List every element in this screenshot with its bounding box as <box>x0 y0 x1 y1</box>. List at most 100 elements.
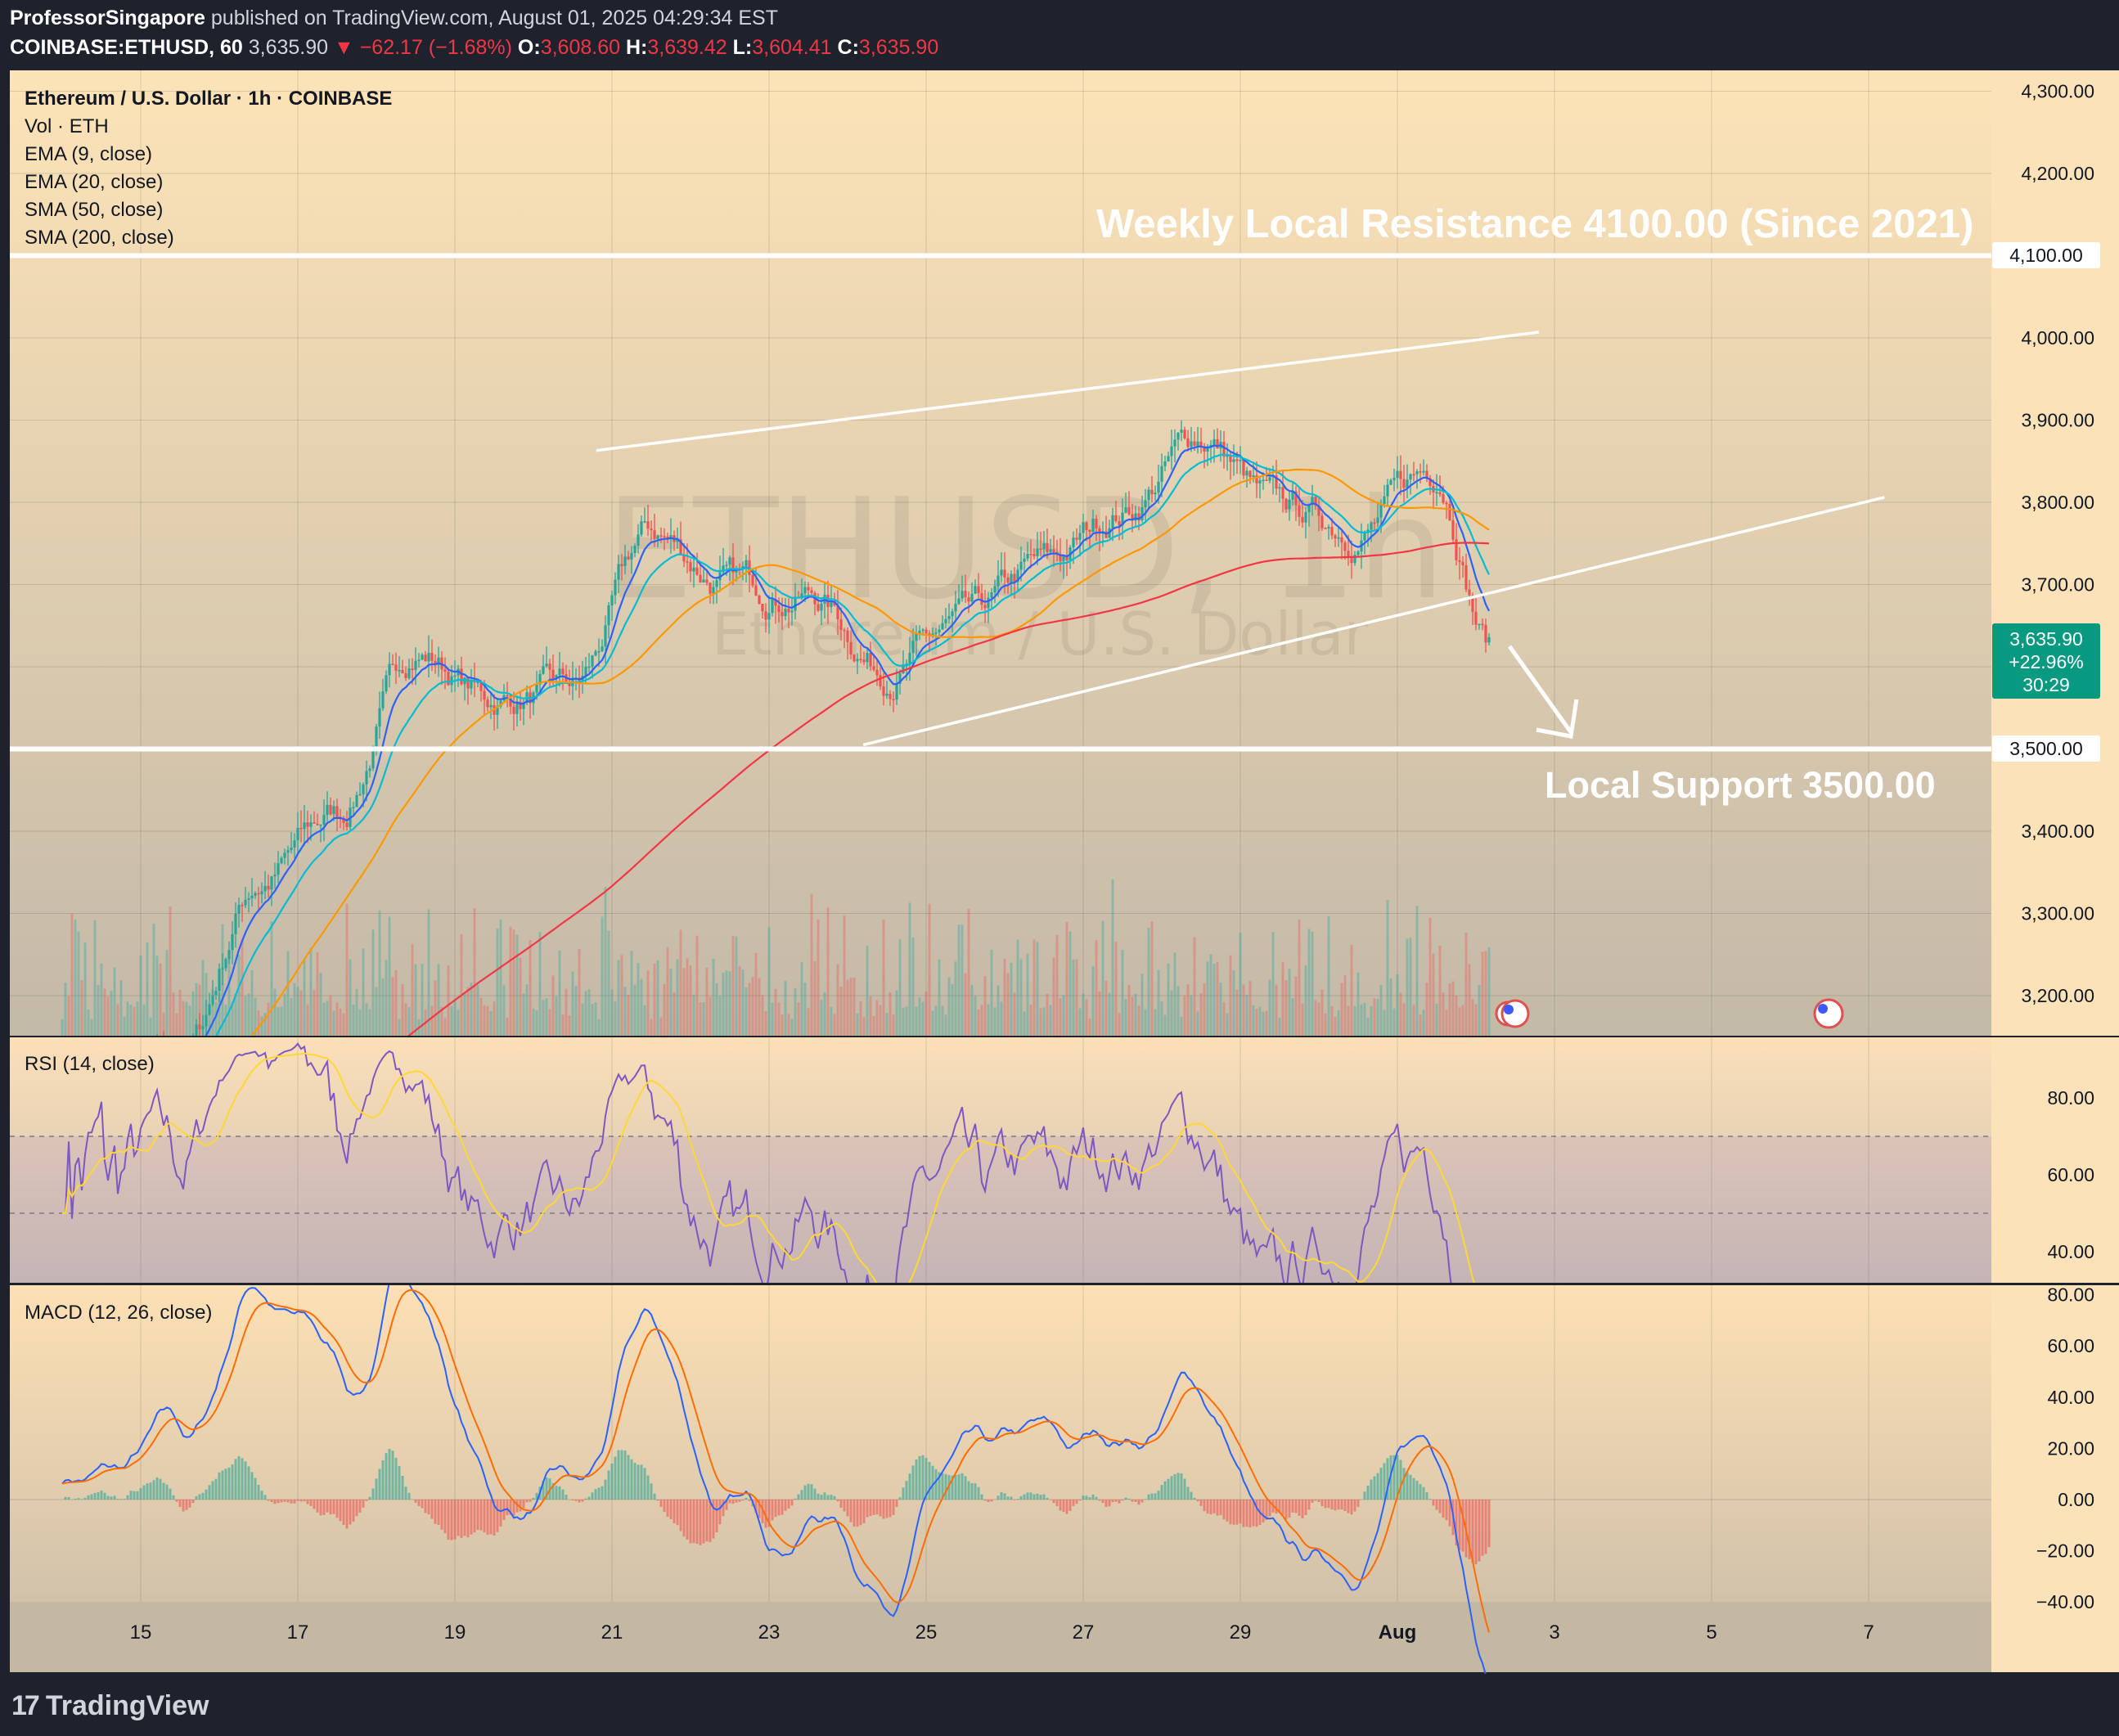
candle-body <box>1262 479 1265 481</box>
candle-body <box>650 528 653 531</box>
macd-histogram-bar <box>237 1456 241 1500</box>
volume-bar <box>1442 992 1445 1036</box>
volume-bar <box>1275 984 1278 1036</box>
macd-histogram-bar <box>1284 1500 1288 1520</box>
candle-body <box>758 596 761 605</box>
candle-body <box>921 629 925 632</box>
volume-bar <box>787 1014 790 1036</box>
price-badge: 3,635.90 +22.96% 30:29 <box>1992 623 2100 699</box>
volume-bar <box>1262 1011 1265 1036</box>
candle-body <box>1072 537 1075 548</box>
macd-histogram-bar <box>1183 1478 1186 1500</box>
candle-body <box>1088 529 1091 532</box>
volume-bar <box>542 1000 545 1036</box>
candle-body <box>1127 507 1131 515</box>
volume-bar <box>1095 940 1098 1036</box>
macd-histogram-bar <box>561 1489 565 1500</box>
macd-histogram-bar <box>1478 1500 1481 1562</box>
macd-histogram-bar <box>286 1500 290 1503</box>
candle-body <box>548 663 551 670</box>
volume-bar <box>1108 992 1111 1036</box>
volume-bar <box>1226 1013 1229 1036</box>
candle-body <box>378 708 381 727</box>
volume-bar <box>617 960 620 1036</box>
volume-bar <box>830 1006 833 1036</box>
price-axis-label: 3,200.00 <box>2021 985 2094 1006</box>
macd-histogram-bar <box>1026 1492 1029 1500</box>
macd-histogram-bar <box>957 1474 961 1500</box>
tradingview-logo[interactable]: 17 TradingView <box>11 1690 209 1722</box>
macd-histogram-bar <box>87 1495 90 1500</box>
chart-area[interactable]: ETHUSD, 1h Ethereum / U.S. Dollar Weekly… <box>0 70 2119 1675</box>
macd-histogram-bar <box>889 1500 892 1518</box>
candle-body <box>983 605 987 609</box>
macd-histogram-bar <box>1114 1500 1118 1502</box>
macd-histogram-bar <box>617 1450 620 1500</box>
volume-bar <box>368 1009 371 1036</box>
candle-body <box>1445 502 1448 505</box>
last-price: 3,635.90 <box>248 36 329 59</box>
volume-bar <box>591 1004 594 1036</box>
volume-bar <box>1455 995 1458 1036</box>
volume-bar <box>1078 1008 1082 1036</box>
macd-histogram-bar <box>1088 1497 1091 1500</box>
macd-histogram-bar <box>391 1450 394 1500</box>
candle-body <box>941 623 944 630</box>
volume-bar <box>1042 1007 1046 1036</box>
low-label: L: <box>732 36 753 59</box>
macd-histogram-bar <box>944 1473 947 1500</box>
volume-bar <box>643 1005 646 1036</box>
candle-body <box>1350 558 1353 564</box>
macd-histogram-bar <box>1356 1500 1360 1508</box>
macd-histogram-bar <box>1003 1493 1006 1500</box>
volume-bar <box>1304 965 1307 1036</box>
candle-body <box>810 590 813 593</box>
price-axis-label: 3,400.00 <box>2021 821 2094 842</box>
volume-bar <box>61 1019 64 1036</box>
author-name[interactable]: ProfessorSingapore <box>10 7 205 29</box>
volume-bar <box>1124 998 1127 1036</box>
candle-body <box>1082 522 1085 533</box>
time-axis-label: 23 <box>758 1621 781 1644</box>
macd-histogram-bar <box>201 1492 205 1500</box>
volume-bar <box>620 955 623 1036</box>
volume-bar <box>594 1002 597 1036</box>
volume-bar <box>1232 970 1235 1036</box>
macd-histogram-bar <box>614 1456 617 1500</box>
macd-histogram-bar <box>146 1483 149 1500</box>
macd-histogram-bar <box>483 1500 486 1533</box>
candle-body <box>715 580 718 587</box>
volume-bar <box>548 1009 551 1036</box>
candle-body <box>1160 465 1163 482</box>
macd-histogram-bar <box>394 1457 398 1500</box>
volume-bar <box>689 965 692 1036</box>
us-flag-icon[interactable] <box>1813 998 1844 1029</box>
candle-body <box>1330 527 1334 536</box>
macd-histogram-bar <box>830 1495 833 1500</box>
volume-bar <box>100 963 103 1036</box>
candle-body <box>879 675 882 687</box>
volume-bar <box>493 1001 496 1036</box>
macd-axis-label: 80.00 <box>2047 1284 2094 1306</box>
candle-body <box>1320 515 1324 528</box>
macd-histogram-bar <box>905 1481 908 1500</box>
volume-bar <box>911 937 915 1036</box>
volume-bar <box>326 1001 329 1036</box>
macd-histogram-bar <box>149 1482 152 1500</box>
symbol-label[interactable]: COINBASE:ETHUSD, 60 <box>10 36 243 59</box>
volume-bar <box>951 983 954 1036</box>
macd-histogram-bar <box>450 1500 453 1540</box>
volume-bar <box>1386 899 1389 1036</box>
volume-bar <box>1026 953 1029 1036</box>
macd-histogram-bar <box>826 1495 830 1500</box>
candle-body <box>421 654 424 660</box>
candle-body <box>1052 549 1055 552</box>
volume-bar <box>375 987 378 1036</box>
volume-bar <box>1478 985 1481 1036</box>
volume-bar <box>843 915 846 1036</box>
macd-histogram-bar <box>653 1493 656 1500</box>
candle-body <box>1392 478 1396 480</box>
candle-body <box>1343 542 1347 551</box>
volume-bar <box>401 983 404 1036</box>
candle-body <box>404 673 407 678</box>
